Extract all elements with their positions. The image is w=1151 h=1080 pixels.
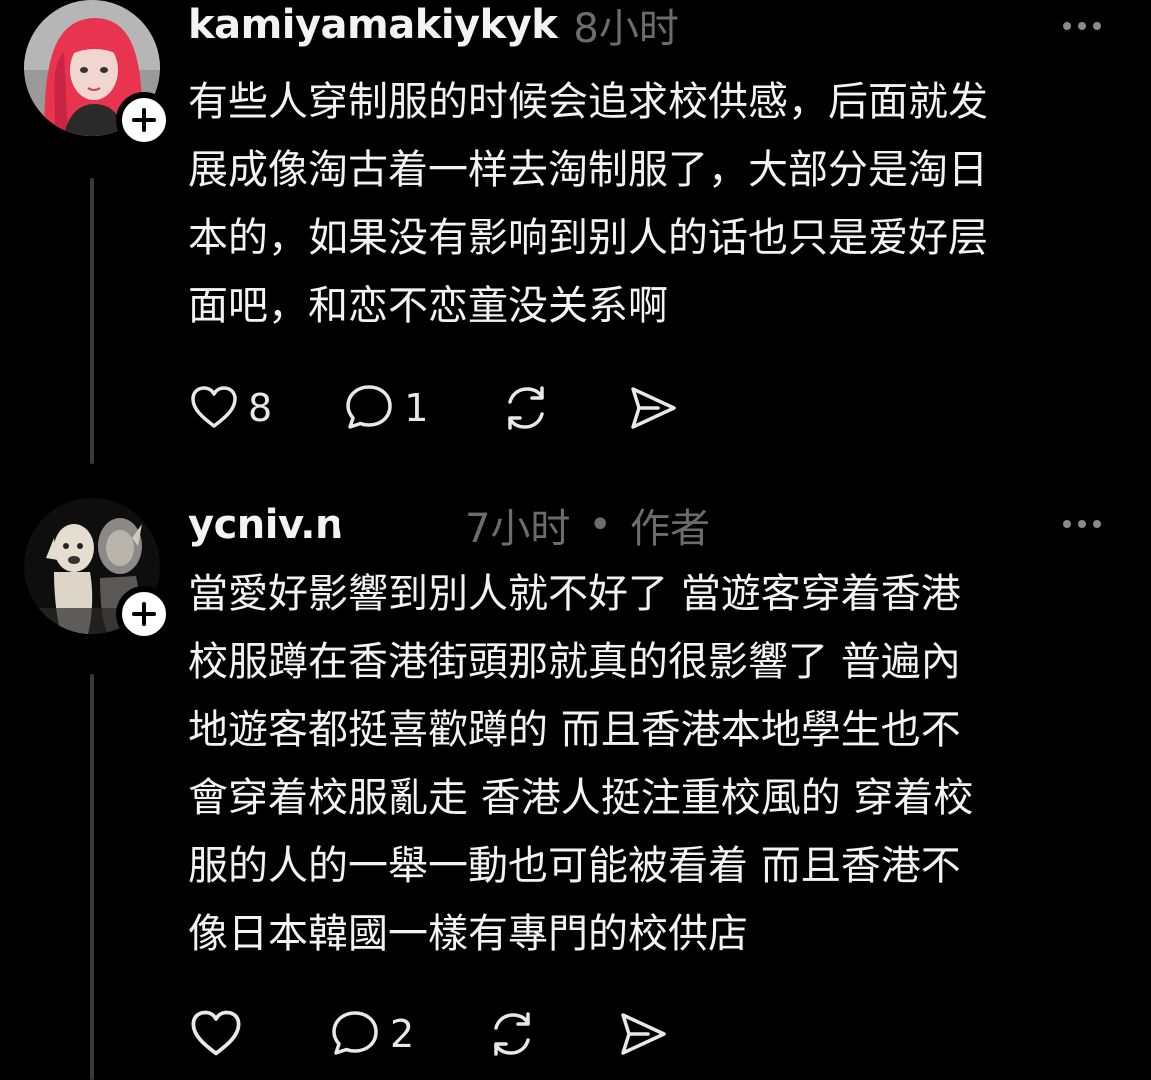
text-line: 面吧，和恋不恋童没关系啊 (188, 283, 668, 329)
repost-icon (494, 1012, 530, 1056)
text-line: 校服蹲在香港街頭那就真的很影響了 普遍內 (188, 639, 961, 685)
plus-icon (132, 108, 156, 132)
author-badge: 作者 (630, 506, 711, 552)
heart-icon (191, 386, 237, 428)
comment-button[interactable]: 1 (342, 381, 428, 435)
repost-icon (508, 386, 545, 430)
text-line: 有些人穿制服的时候会追求校供感，后面就发 (188, 79, 988, 125)
username[interactable]: ycniv.n (188, 502, 343, 548)
repost-button[interactable] (484, 1006, 540, 1062)
text-line: 本的，如果没有影响到别人的话也只是爱好层 (188, 215, 988, 261)
more-icon[interactable] (1063, 22, 1101, 30)
like-button[interactable]: 8 (188, 382, 272, 434)
comment-icon (346, 385, 392, 429)
comment-count: 2 (390, 1012, 415, 1056)
separator-dot: • (588, 502, 613, 548)
timestamp: 8小时 (573, 6, 679, 52)
thread-line (90, 674, 94, 1080)
follow-button[interactable] (116, 586, 172, 642)
text-line: 當愛好影響到別人就不好了 當遊客穿着香港 (188, 571, 961, 617)
comment-icon (332, 1011, 378, 1055)
text-line: 會穿着校服亂走 香港人挺注重校風的 穿着校 (188, 775, 974, 821)
thread-line (90, 178, 94, 464)
share-icon (631, 387, 677, 429)
comment-count: 1 (404, 386, 429, 430)
text-line: 像日本韓國一樣有專門的校供店 (188, 911, 748, 957)
follow-button[interactable] (116, 92, 172, 148)
post-text: 有些人穿制服的时候会追求校供感，后面就发 展成像淘古着一样去淘制服了，大部分是淘… (188, 68, 1118, 340)
comment-button[interactable]: 2 (328, 1007, 414, 1061)
post-1: kamiyamakiykyk 8小时 有些人穿制服的时候会追求校供感，后面就发 … (0, 0, 1151, 480)
action-bar: 8 1 (188, 378, 680, 438)
post-2: ycniv.n 7小时 • 作者 當愛好影響到別人就不好了 當遊客穿着香港 校服… (0, 498, 1151, 1080)
share-icon (621, 1013, 666, 1055)
post-text: 當愛好影響到別人就不好了 當遊客穿着香港 校服蹲在香港街頭那就真的很影響了 普遍… (188, 560, 1118, 968)
text-line: 服的人的一舉一動也可能被看着 而且香港不 (188, 843, 961, 889)
redaction-mark (338, 499, 459, 551)
post-header: kamiyamakiykyk 8小时 (188, 0, 679, 52)
plus-icon (132, 602, 156, 626)
text-line: 展成像淘古着一样去淘制服了，大部分是淘日 (188, 147, 988, 193)
share-button[interactable] (624, 380, 680, 436)
like-button[interactable] (188, 1006, 252, 1062)
username[interactable]: kamiyamakiykyk (188, 2, 558, 48)
repost-button[interactable] (498, 380, 554, 436)
heart-icon (191, 1010, 241, 1056)
timestamp: 7小时 (464, 506, 571, 552)
more-icon[interactable] (1063, 520, 1101, 528)
like-count: 8 (248, 386, 273, 430)
share-button[interactable] (614, 1006, 670, 1062)
post-header: ycniv.n 7小时 • 作者 (188, 499, 710, 552)
action-bar: 2 (188, 1004, 670, 1064)
text-line: 地遊客都挺喜歡蹲的 而且香港本地學生也不 (188, 707, 961, 753)
